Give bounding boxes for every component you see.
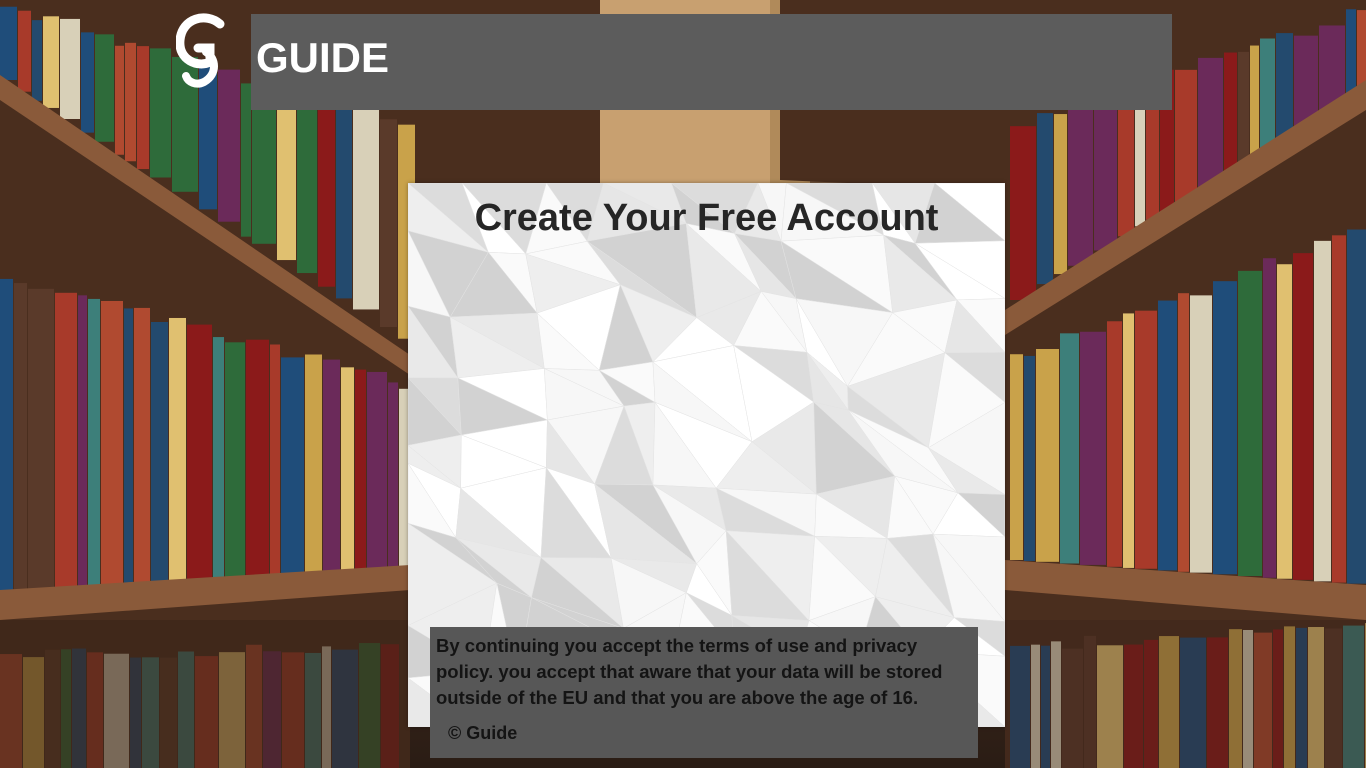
book-spine [1123, 313, 1134, 568]
book-spine [1238, 51, 1249, 166]
book-spine [88, 298, 100, 586]
book-spine [1314, 240, 1331, 582]
book-spine [1213, 281, 1237, 575]
book-spine [353, 109, 379, 310]
book-spine [1190, 295, 1212, 573]
book-spine [1276, 33, 1293, 144]
book-spine [1158, 300, 1177, 571]
book-spine [0, 6, 17, 80]
book-spine [1224, 52, 1237, 174]
book-spine [1036, 348, 1059, 562]
book-spine [1135, 310, 1157, 569]
book-spine [1263, 258, 1276, 578]
book-spine [78, 295, 87, 587]
book-spine [270, 344, 280, 577]
book-spine [115, 45, 124, 155]
book-spine [1010, 354, 1023, 560]
book-spine [187, 324, 212, 581]
terms-footer: By continuing you accept the terms of us… [430, 627, 978, 758]
book-spine [125, 42, 136, 162]
book-spine [218, 69, 240, 222]
book-spine [14, 283, 27, 590]
guide-logo-icon [176, 13, 225, 88]
book-spine [1037, 113, 1053, 285]
book-spine [246, 339, 269, 578]
book-spine [305, 354, 322, 575]
book-spine [151, 321, 168, 583]
book-spine [367, 371, 387, 572]
book-spine [55, 292, 77, 588]
book-spine [28, 288, 54, 589]
book-spine [43, 16, 59, 108]
book-spine [134, 307, 150, 584]
book-spine [60, 18, 80, 119]
book-spine [1060, 333, 1079, 564]
book-spine [277, 87, 296, 261]
book-spine [1293, 253, 1313, 580]
book-spine [0, 278, 13, 590]
book-spine [169, 317, 186, 582]
book-spine [281, 357, 304, 576]
book-spine [1068, 107, 1093, 266]
book-spine [336, 108, 352, 299]
book-spine [1080, 331, 1106, 565]
book-spine [213, 337, 224, 580]
book-spine [150, 48, 171, 178]
book-spine [355, 369, 366, 573]
book-spine [81, 32, 94, 133]
book-spine [1054, 114, 1067, 275]
book-spine [95, 34, 114, 142]
book-spine [1094, 93, 1117, 251]
book-spine [1260, 38, 1275, 153]
book-spine [1107, 321, 1122, 567]
book-spine [101, 300, 123, 585]
book-spine [323, 359, 340, 574]
book-spine [380, 119, 397, 327]
brand-logo[interactable]: GUIDE [176, 12, 406, 88]
book-spine [225, 342, 245, 579]
book-spine [124, 308, 133, 584]
brand-name: GUIDE [256, 34, 390, 81]
book-spine [1332, 235, 1346, 583]
book-spine [1010, 126, 1036, 300]
book-spine [1024, 355, 1035, 561]
book-spine [241, 83, 251, 237]
book-spine [1118, 94, 1134, 237]
book-spine [1178, 293, 1189, 572]
book-spine [1175, 69, 1197, 203]
page-title: Create Your Free Account [474, 197, 939, 239]
copyright-text: © Guide [448, 723, 518, 743]
book-spine [137, 46, 149, 170]
terms-text: By continuing you accept the terms of us… [436, 635, 943, 708]
book-spine [399, 388, 408, 571]
book-spine [318, 96, 335, 287]
book-spine [1277, 264, 1292, 579]
book-spine [1238, 270, 1262, 577]
book-spine [18, 10, 31, 92]
book-spine [341, 367, 354, 573]
book-spine [32, 20, 42, 101]
book-spine [1198, 57, 1223, 190]
book-spine [1250, 45, 1259, 159]
book-spine [297, 90, 317, 274]
book-spine [388, 382, 398, 571]
book-spine [1347, 229, 1366, 584]
